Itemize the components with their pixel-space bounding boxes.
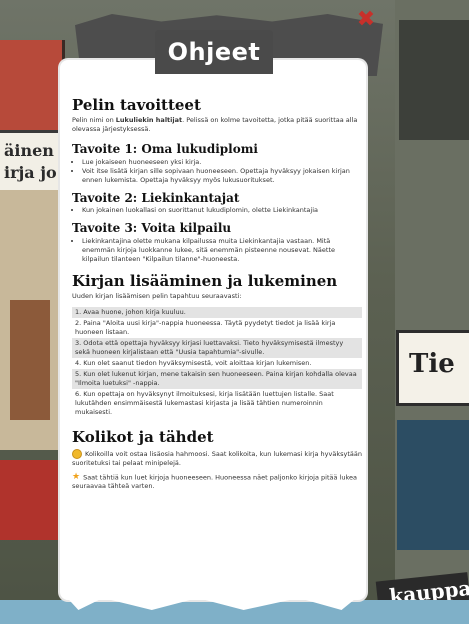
goal1-list: Lue jokaiseen huoneeseen yksi kirja. Voi… (72, 158, 362, 185)
star-description: Saat tähtiä kun luet kirjoja huoneeseen.… (72, 473, 357, 491)
dialog-title-tab: Ohjeet (155, 30, 273, 74)
star-icon: ★ (72, 471, 81, 482)
books-steps: 1. Avaa huone, johon kirja kuuluu. 2. Pa… (72, 306, 362, 418)
coins-heading: Kolikot ja tähdet (72, 427, 214, 446)
left-red-awning (0, 460, 66, 540)
list-item: Kun jokainen luokallasi on suorittanut l… (82, 206, 362, 215)
coin-description: Kolikoilla voit ostaa lisäosia hahmoosi.… (72, 449, 362, 467)
goals-intro-prefix: Pelin nimi on (72, 116, 116, 124)
list-item: Voit itse lisätä kirjan sille sopivaan h… (82, 167, 362, 185)
books-intro: Uuden kirjan lisäämisen pelin tapahtuu s… (72, 291, 242, 300)
left-sign-line-2: irja jo (4, 163, 57, 182)
goals-heading: Pelin tavoitteet (72, 96, 201, 114)
game-name: Lukuliekin haltijat (115, 116, 183, 124)
close-icon: ✖ (356, 6, 376, 32)
dialog-title: Ohjeet (167, 38, 261, 66)
goal2-heading: Tavoite 2: Liekinkantajat (72, 190, 240, 205)
step-item: 4. Kun olet saanut tiedon hyväksymisestä… (75, 358, 312, 367)
step-item: 5. Kun olet lukenut kirjan, mene takaisi… (72, 368, 362, 389)
close-button[interactable]: ✖ (355, 6, 377, 32)
list-item: Lue jokaiseen huoneeseen yksi kirja. (82, 158, 362, 167)
step-item: 6. Kun opettaja on hyväksynyt ilmoitukse… (75, 389, 334, 416)
goal2-list: Kun jokainen luokallasi on suorittanut l… (72, 206, 362, 215)
coin-icon (72, 448, 82, 459)
step-item: 1. Avaa huone, johon kirja kuuluu. (72, 306, 362, 318)
step-item: 3. Odota että opettaja hyväksyy kirjasi … (72, 337, 362, 358)
goals-intro: Pelin nimi on Lukuliekin haltijat. Pelis… (72, 116, 362, 134)
list-item: Liekinkantajina olette mukana kilpailuss… (82, 237, 362, 264)
goal1-heading: Tavoite 1: Oma lukudiplomi (72, 142, 258, 156)
left-sign-line-1: äinen t (4, 141, 67, 160)
books-heading: Kirjan lisääminen ja lukeminen (72, 271, 338, 290)
right-building-sign: Tie (396, 330, 469, 406)
goal3-list: Liekinkantajina olette mukana kilpailuss… (72, 237, 362, 264)
right-sign-text: Tie (409, 349, 455, 379)
coins-text: Kolikoilla voit ostaa lisäosia hahmoosi.… (72, 448, 362, 468)
right-building-roof (399, 20, 469, 140)
goal3-heading: Tavoite 3: Voita kilpailu (72, 221, 232, 236)
right-blue-building (397, 420, 469, 550)
stars-text: ★ Saat tähtiä kun luet kirjoja huoneeseen… (72, 471, 362, 492)
step-item: 2. Paina "Aloita uusi kirja"-nappia huon… (75, 318, 336, 336)
left-building-roof (0, 40, 65, 130)
left-bookshelf (10, 300, 50, 420)
instructions-content: Pelin tavoitteet Pelin nimi on Lukulieki… (72, 96, 362, 491)
